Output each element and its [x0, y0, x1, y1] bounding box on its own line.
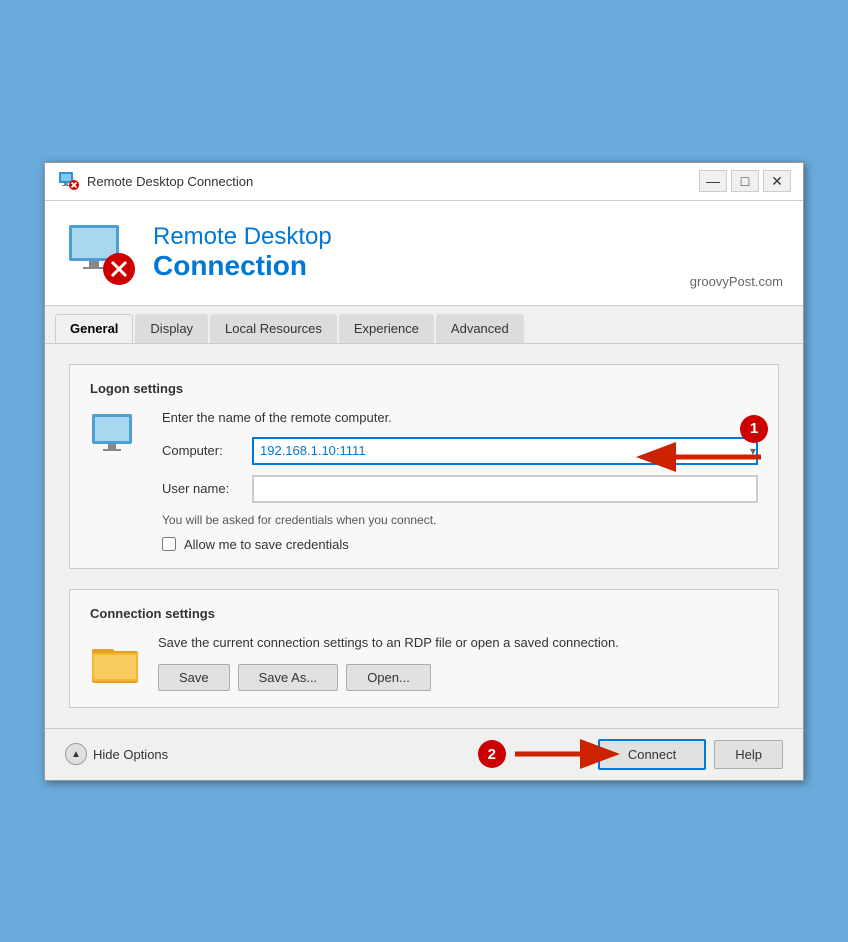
- connection-description: Save the current connection settings to …: [158, 635, 758, 650]
- save-as-button[interactable]: Save As...: [238, 664, 339, 691]
- connect-button[interactable]: Connect: [598, 739, 706, 770]
- save-credentials-checkbox[interactable]: [162, 537, 176, 551]
- username-label: User name:: [162, 481, 252, 496]
- minimize-button[interactable]: —: [699, 170, 727, 192]
- main-content: Logon settings Enter the name of the rem…: [45, 344, 803, 728]
- title-bar-controls: — □ ✕: [699, 170, 791, 192]
- app-icon: [57, 170, 79, 192]
- logon-section-title: Logon settings: [90, 381, 758, 396]
- close-button[interactable]: ✕: [763, 170, 791, 192]
- username-input-wrap[interactable]: [252, 475, 758, 503]
- connection-button-row: Save Save As... Open...: [158, 664, 758, 691]
- username-field-row: User name:: [162, 475, 758, 503]
- logon-computer-icon: [90, 410, 146, 466]
- save-credentials-label: Allow me to save credentials: [184, 537, 349, 552]
- maximize-button[interactable]: □: [731, 170, 759, 192]
- computer-field-wrapper: Computer: ▾ 1: [162, 437, 758, 465]
- open-button[interactable]: Open...: [346, 664, 431, 691]
- annotation-badge-2: 2: [478, 740, 506, 768]
- header-text-block: Remote Desktop Connection: [153, 223, 332, 282]
- connection-settings-section: Connection settings Save the current con…: [69, 589, 779, 708]
- computer-field-row: Computer: ▾: [162, 437, 758, 465]
- chevron-up-icon: ▲: [65, 743, 87, 765]
- title-bar-left: Remote Desktop Connection: [57, 170, 253, 192]
- credentials-hint: You will be asked for credentials when y…: [162, 513, 758, 527]
- window-title: Remote Desktop Connection: [87, 174, 253, 189]
- connection-folder-icon: [90, 635, 142, 687]
- help-button[interactable]: Help: [714, 740, 783, 769]
- header-area: Remote Desktop Connection groovyPost.com: [45, 201, 803, 306]
- computer-input-wrap[interactable]: ▾: [252, 437, 758, 465]
- remote-desktop-window: Remote Desktop Connection — □ ✕ Remote D…: [44, 162, 804, 781]
- computer-label: Computer:: [162, 443, 252, 458]
- tab-local-resources[interactable]: Local Resources: [210, 314, 337, 343]
- logon-inner: Enter the name of the remote computer. C…: [90, 410, 758, 552]
- header-title-bottom: Connection: [153, 251, 332, 282]
- connection-inner: Save the current connection settings to …: [90, 635, 758, 691]
- footer-left: ▲ Hide Options: [65, 743, 168, 765]
- connection-fields: Save the current connection settings to …: [158, 635, 758, 691]
- connection-section-title: Connection settings: [90, 606, 758, 621]
- header-icon: [65, 217, 137, 289]
- hide-options-button[interactable]: ▲ Hide Options: [65, 743, 168, 765]
- tab-advanced[interactable]: Advanced: [436, 314, 524, 343]
- watermark: groovyPost.com: [690, 274, 783, 289]
- save-credentials-row: Allow me to save credentials: [162, 537, 758, 552]
- save-button[interactable]: Save: [158, 664, 230, 691]
- tab-general[interactable]: General: [55, 314, 133, 343]
- tab-experience[interactable]: Experience: [339, 314, 434, 343]
- logon-fields: Enter the name of the remote computer. C…: [162, 410, 758, 552]
- tab-bar: General Display Local Resources Experien…: [45, 306, 803, 344]
- footer: ▲ Hide Options 2 Connect Help: [45, 728, 803, 780]
- logon-description: Enter the name of the remote computer.: [162, 410, 758, 425]
- footer-right: 2 Connect Help: [598, 739, 783, 770]
- header-title-top: Remote Desktop: [153, 223, 332, 251]
- title-bar: Remote Desktop Connection — □ ✕: [45, 163, 803, 201]
- header-left: Remote Desktop Connection: [65, 217, 332, 289]
- username-input[interactable]: [252, 475, 758, 503]
- tab-display[interactable]: Display: [135, 314, 208, 343]
- logon-settings-section: Logon settings Enter the name of the rem…: [69, 364, 779, 569]
- computer-input[interactable]: [252, 437, 758, 465]
